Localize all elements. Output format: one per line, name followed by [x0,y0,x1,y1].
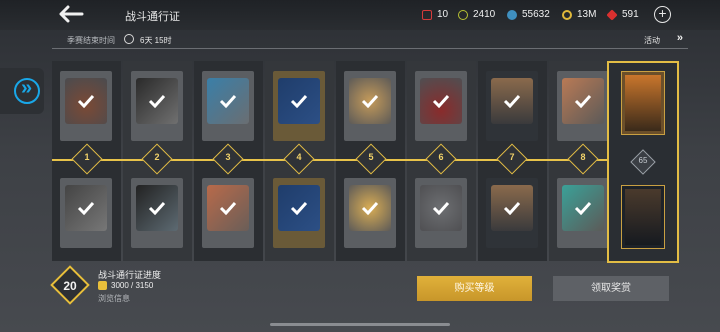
season-bar: 季赛结束时间 6天 15时 活动 » [52,32,688,48]
home-indicator [270,323,450,326]
check-icon [432,201,450,215]
reward-card-free[interactable] [131,71,183,141]
buy-level-button[interactable]: 购买等级 [417,276,532,301]
clock-icon [124,34,134,44]
level-node-number: 1 [84,152,90,162]
premium-reward-column[interactable]: 65 [607,61,679,263]
reward-card-free[interactable] [557,71,609,141]
reward-card-premium[interactable] [557,178,609,248]
check-icon [503,201,521,215]
season-time: 6天 15时 [140,36,172,45]
check-icon [290,94,308,108]
reward-card-free[interactable] [344,71,396,141]
level-node-number: 6 [438,152,444,162]
add-currency-button[interactable]: + [654,6,671,23]
gold-coin-icon [562,9,572,20]
browse-info-link[interactable]: 浏览信息 [98,293,130,304]
check-icon [290,201,308,215]
claim-rewards-button[interactable]: 领取奖赏 [553,276,669,301]
double-arrow-icon [14,77,40,104]
check-icon [361,94,379,108]
check-icon [148,94,166,108]
activity-link[interactable]: 活动 [644,35,660,46]
reward-card-free[interactable] [60,71,112,141]
premium-reward-card[interactable] [621,71,665,135]
reward-card-free[interactable] [273,71,325,141]
top-bar: 战斗通行证 10 2410 55632 13M 591 + [0,0,720,30]
check-icon [77,201,95,215]
check-icon [503,94,521,108]
check-icon [148,201,166,215]
premium-reward-card[interactable] [621,185,665,249]
resource-gold-coin[interactable]: 13M [562,9,596,20]
level-number: 20 [63,279,77,293]
page-title: 战斗通行证 [125,11,180,23]
level-node-number: 3 [225,152,231,162]
blue-token-icon [507,9,517,20]
level-node-number: 8 [580,152,586,162]
reward-card-premium[interactable] [131,178,183,248]
check-icon [219,201,237,215]
reward-card-free[interactable] [202,71,254,141]
xp-icon [98,281,107,290]
level-node-number: 2 [154,152,160,162]
level-node-number: 4 [296,152,302,162]
resource-yellow-token[interactable]: 2410 [458,9,495,20]
yellow-token-icon [458,9,468,20]
check-icon [77,94,95,108]
premium-level-number: 65 [638,156,648,165]
level-node-number: 5 [368,152,374,162]
divider [52,48,688,49]
check-icon [574,201,592,215]
check-icon [574,94,592,108]
reward-card-premium[interactable] [415,178,467,248]
check-icon [432,94,450,108]
reward-card-premium[interactable] [60,178,112,248]
reward-card-premium[interactable] [486,178,538,248]
scroll-left-button[interactable] [0,68,44,114]
resource-blue-token[interactable]: 55632 [507,9,550,20]
reward-card-free[interactable] [486,71,538,141]
chevron-right-icon[interactable]: » [677,32,683,44]
reward-image [625,75,661,131]
level-node-number: 7 [509,152,515,162]
reward-card-premium[interactable] [273,178,325,248]
resource-red-gem[interactable]: 591 [606,8,639,21]
back-arrow-icon[interactable] [58,5,84,23]
check-icon [219,94,237,108]
progress-title: 战斗通行证进度 [98,270,162,280]
reward-card-free[interactable] [415,71,467,141]
resource-red-ticket[interactable]: 10 [422,9,448,20]
reward-card-premium[interactable] [344,178,396,248]
reward-image [625,189,661,245]
check-icon [361,201,379,215]
reward-card-premium[interactable] [202,178,254,248]
progress-value: 3000 / 3150 [111,281,154,290]
season-end-label: 季赛结束时间 [67,36,115,45]
red-ticket-icon [422,9,432,20]
red-gem-icon [606,8,618,21]
